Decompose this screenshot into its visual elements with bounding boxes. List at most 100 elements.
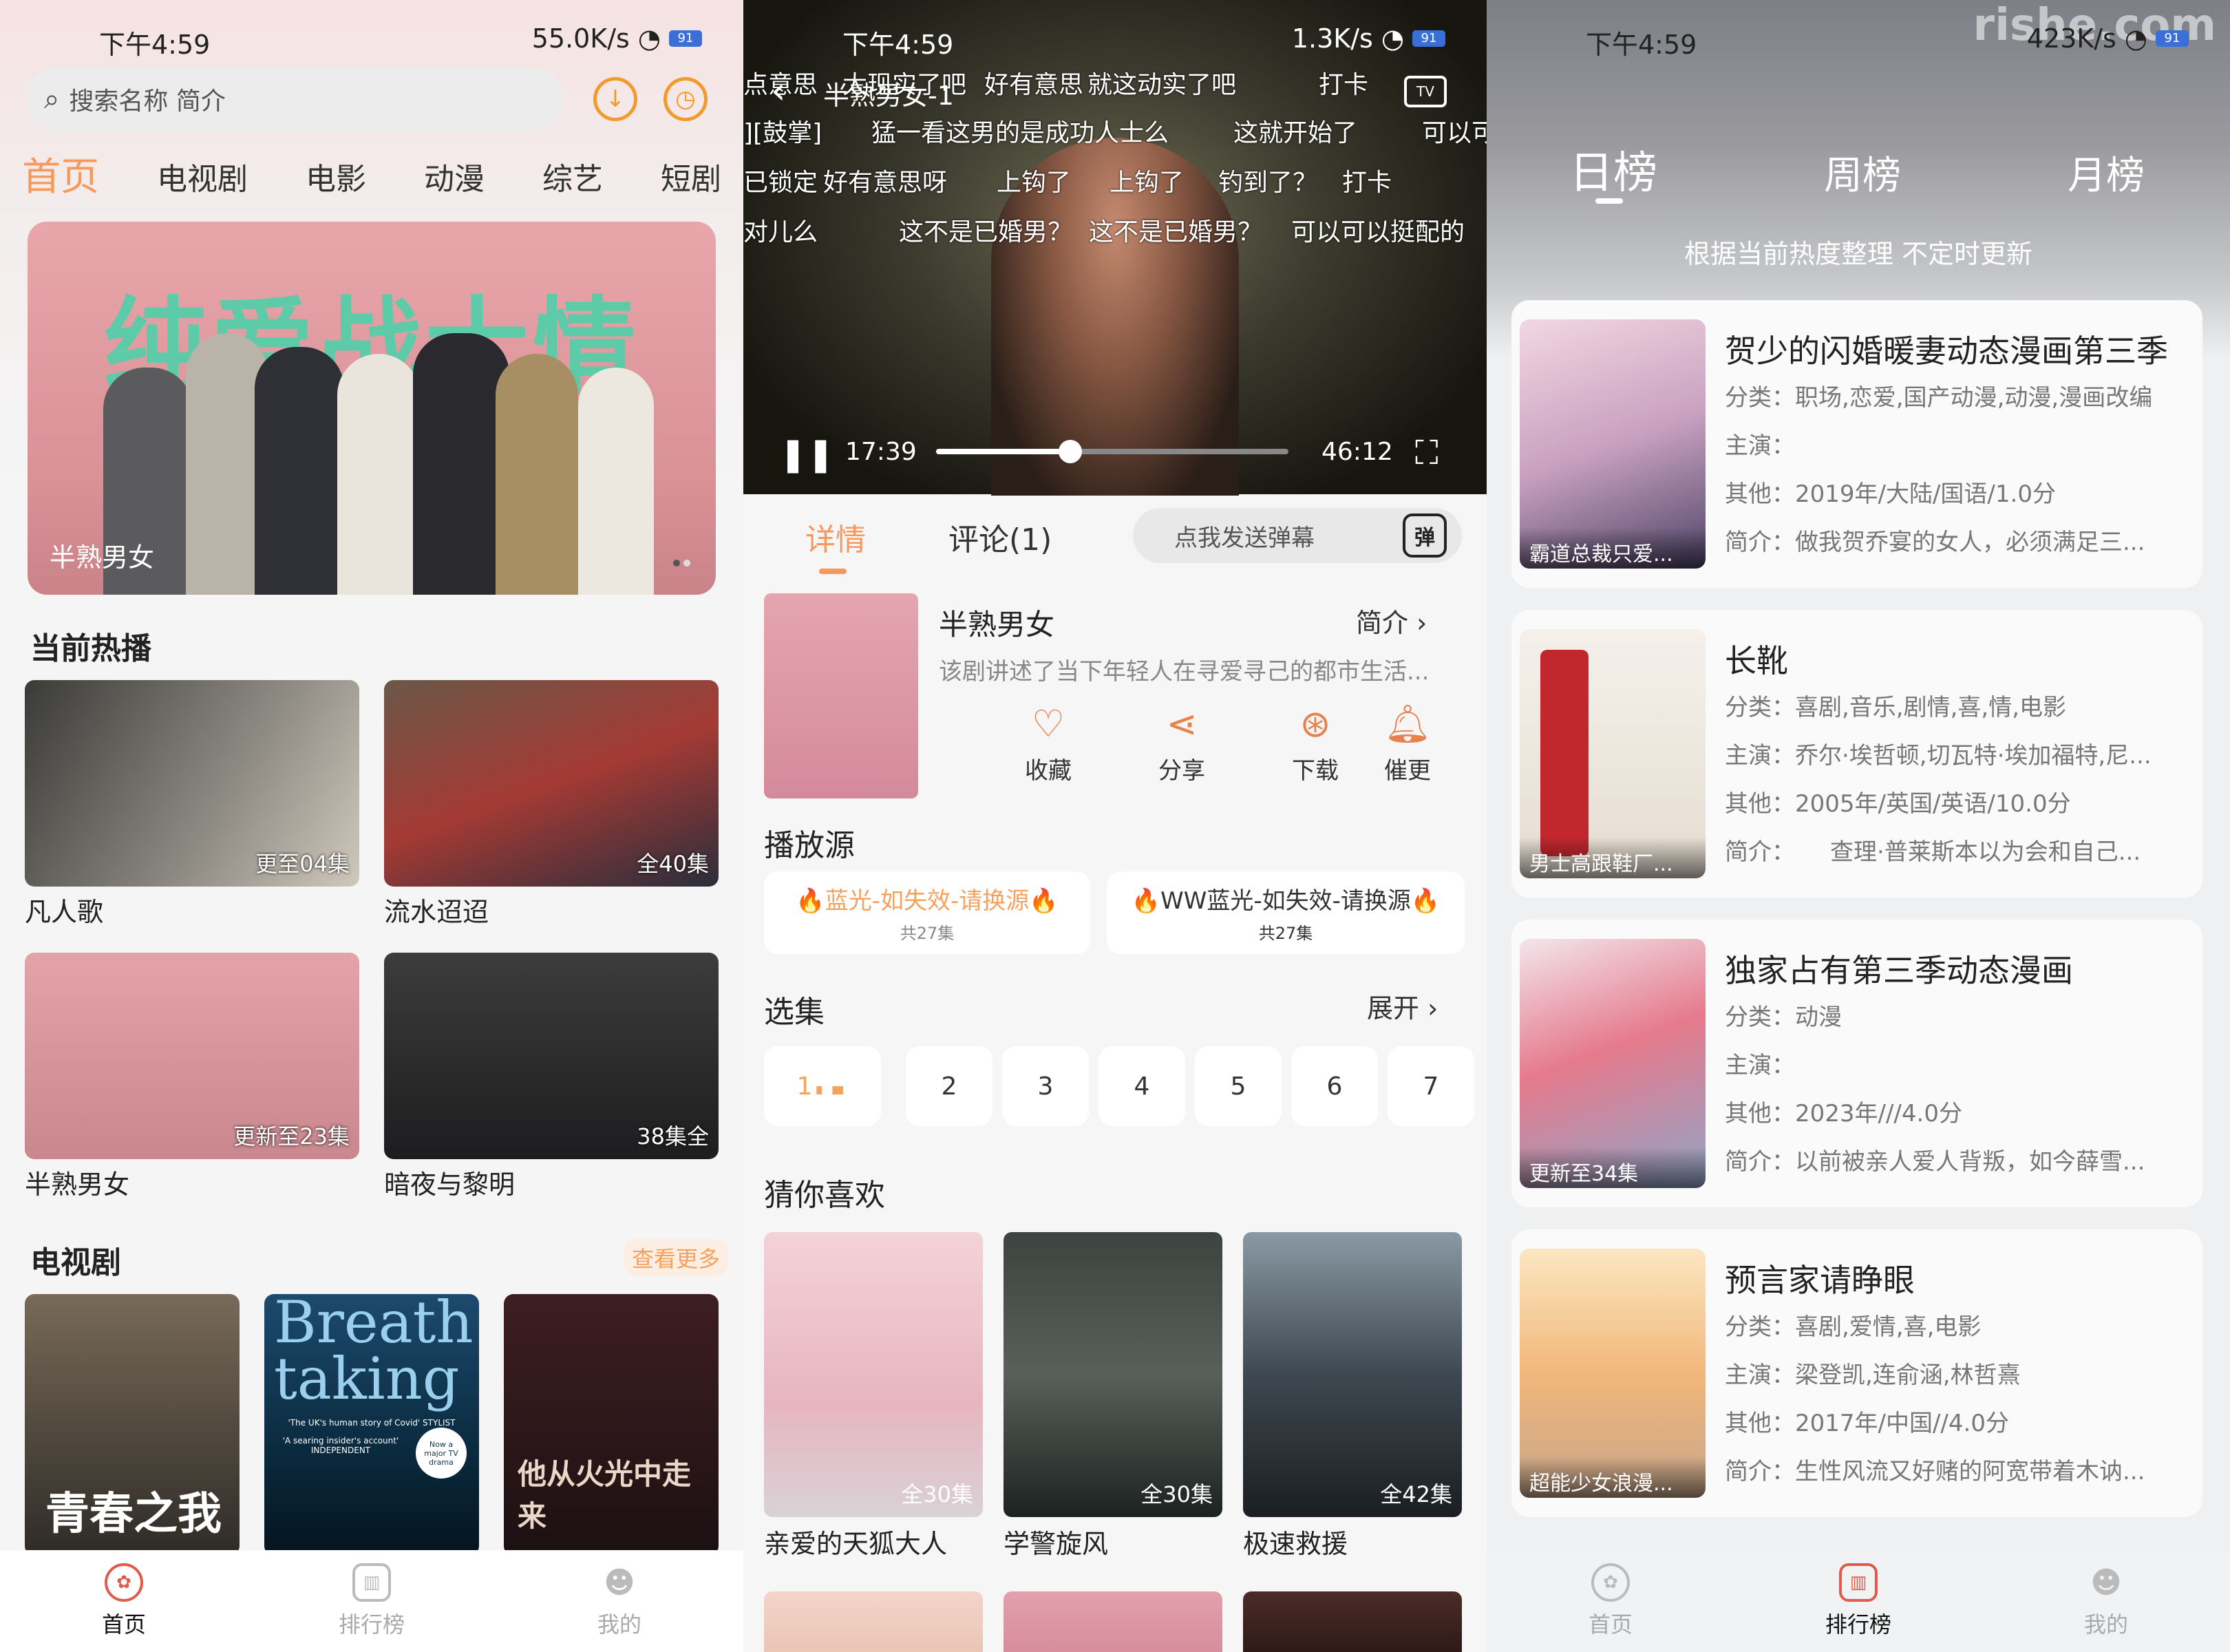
source-name: 🔥蓝光-如失效-请换源🔥 xyxy=(796,887,1059,915)
expand-link[interactable]: 展开 › xyxy=(1367,987,1438,1025)
chevron-right-icon: › xyxy=(1416,608,1427,638)
download-button[interactable]: ⊛ 下载 xyxy=(1264,702,1367,785)
wifi-icon: ◔ xyxy=(1381,23,1404,54)
ranking-item[interactable]: 男士高跟鞋厂... 长靴 分类：喜剧,音乐,剧情,喜,情,电影 主演：乔尔·埃哲… xyxy=(1511,610,2202,898)
tab-home[interactable]: 首页 xyxy=(22,146,99,202)
tab-tv[interactable]: 电视剧 xyxy=(157,154,248,202)
banner-figure xyxy=(496,354,578,595)
danmaku-text: 这就开始了 xyxy=(1233,119,1358,147)
ranking-item[interactable]: 超能少女浪漫... 预言家请睁眼 分类：喜剧,爱情,喜,电影 主演：梁登凯,连俞… xyxy=(1511,1229,2202,1517)
recommend-title[interactable]: 极速救援 xyxy=(1243,1523,1348,1560)
user-icon: ☻ xyxy=(604,1565,635,1600)
video-card[interactable]: 更新至23集 xyxy=(25,953,359,1159)
nav-label: 首页 xyxy=(101,1611,146,1638)
history-icon[interactable]: ◷ xyxy=(663,77,708,121)
tab-monthly[interactable]: 月榜 xyxy=(2068,145,2145,200)
tab-short[interactable]: 短剧 xyxy=(661,154,721,202)
nav-mine[interactable]: ☻ 我的 xyxy=(537,1563,702,1639)
nav-rank[interactable]: ▥ 排行榜 xyxy=(1776,1563,1941,1639)
category-tabs: 首页 电视剧 电影 动漫 综艺 短剧 xyxy=(22,146,721,202)
bottom-nav: ✿ 首页 ▥ 排行榜 ☻ 我的 xyxy=(0,1550,743,1652)
recommend-card[interactable] xyxy=(1243,1591,1462,1652)
episode-button[interactable]: 4 xyxy=(1098,1046,1185,1126)
banner-figure xyxy=(337,354,420,595)
ranking-item[interactable]: 更新至34集 独家占有第三季动态漫画 分类：动漫 主演： 其他：2023年///… xyxy=(1511,920,2202,1207)
source-option[interactable]: 🔥蓝光-如失效-请换源🔥 共27集 xyxy=(764,871,1090,954)
episode-badge: 全30集 xyxy=(901,1481,973,1507)
video-card[interactable]: 38集全 xyxy=(384,953,719,1159)
episode-button[interactable]: 7 xyxy=(1388,1046,1474,1126)
poster-badge: Now a major TV drama xyxy=(416,1428,467,1479)
tv-poster[interactable]: 青春之我 xyxy=(25,1294,240,1556)
battery-icon: 91 xyxy=(1412,30,1445,47)
chart-icon: ▥ xyxy=(352,1563,391,1602)
intro-label: 简介 xyxy=(1356,608,1409,638)
back-icon[interactable]: ‹ xyxy=(771,69,786,112)
heart-icon: ♡ xyxy=(1031,702,1065,745)
tab-indicator xyxy=(819,569,847,574)
tv-cast-icon[interactable]: TV xyxy=(1404,76,1447,107)
recommend-card[interactable] xyxy=(1003,1591,1222,1652)
home-icon: ✿ xyxy=(1591,1563,1630,1602)
episode-button[interactable]: 2 xyxy=(906,1046,992,1126)
danmaku-text: ][鼓掌] xyxy=(743,119,822,147)
tab-variety[interactable]: 综艺 xyxy=(542,154,603,202)
danmaku-placeholder: 点我发送弹幕 xyxy=(1174,524,1315,552)
recommend-card[interactable]: 全42集 xyxy=(1243,1232,1462,1517)
tab-movie[interactable]: 电影 xyxy=(306,154,366,202)
episode-button[interactable]: 6 xyxy=(1291,1046,1378,1126)
video-title[interactable]: 半熟男女 xyxy=(25,1163,129,1201)
source-option[interactable]: 🔥WW蓝光-如失效-请换源🔥 共27集 xyxy=(1107,871,1465,954)
episode-badge: 全42集 xyxy=(1380,1481,1452,1507)
seek-bar[interactable] xyxy=(936,440,1288,463)
episode-button[interactable]: 5 xyxy=(1195,1046,1282,1126)
recommend-title[interactable]: 亲爱的天狐大人 xyxy=(764,1523,947,1560)
nav-home[interactable]: ✿ 首页 xyxy=(1528,1563,1693,1639)
ranking-other: 其他：2019年/大陆/国语/1.0分 xyxy=(1725,480,2056,508)
show-description: 该剧讲述了当下年轻人在寻爱寻己的都市生活... xyxy=(939,658,1430,686)
home-icon: ✿ xyxy=(105,1563,143,1602)
tv-poster[interactable]: Breath taking 'The UK's human story of C… xyxy=(264,1294,479,1556)
danmaku-toggle-icon[interactable]: 弹 xyxy=(1403,513,1447,558)
tab-details[interactable]: 详情 xyxy=(805,515,866,559)
seek-handle[interactable] xyxy=(1058,440,1082,463)
recommend-card[interactable] xyxy=(764,1591,983,1652)
ranking-other: 其他：2023年///4.0分 xyxy=(1725,1100,1962,1127)
tab-anime[interactable]: 动漫 xyxy=(424,154,485,202)
tv-poster[interactable]: 他从火光中走来 xyxy=(504,1294,719,1556)
view-more-link[interactable]: 查看更多 xyxy=(624,1239,729,1276)
tab-weekly[interactable]: 周榜 xyxy=(1824,145,1901,200)
recommend-title[interactable]: 学警旋风 xyxy=(1003,1523,1108,1560)
tab-daily[interactable]: 日榜 xyxy=(1569,138,1657,201)
poster-title: 他从火光中走来 xyxy=(518,1457,692,1533)
recommend-card[interactable]: 全30集 xyxy=(764,1232,983,1517)
share-button[interactable]: ⋖ 分享 xyxy=(1130,702,1233,785)
nav-home[interactable]: ✿ 首页 xyxy=(41,1563,206,1639)
intro-link[interactable]: 简介 › xyxy=(1356,602,1427,639)
download-icon[interactable]: ↓ xyxy=(593,77,637,121)
search-input[interactable]: ⌕ 搜索名称 简介 xyxy=(25,67,563,131)
nav-rank[interactable]: ▥ 排行榜 xyxy=(289,1563,454,1639)
video-title[interactable]: 流水迢迢 xyxy=(384,891,489,929)
poster-title: 青春之我 xyxy=(45,1489,222,1540)
recommend-card[interactable]: 全30集 xyxy=(1003,1232,1222,1517)
tab-comments[interactable]: 评论(1) xyxy=(948,515,1052,559)
nav-label: 首页 xyxy=(1588,1611,1633,1638)
urge-update-button[interactable]: 🔔︎ 催更 xyxy=(1356,702,1459,785)
video-card[interactable]: 更至04集 xyxy=(25,680,359,887)
status-bar: 下午4:59 55.0K/s ◔ 91 xyxy=(0,23,743,60)
video-title[interactable]: 凡人歌 xyxy=(25,891,103,929)
ranking-item[interactable]: 霸道总裁只爱... 贺少的闪婚暖妻动态漫画第三季 分类：职场,恋爱,国产动漫,动… xyxy=(1511,300,2202,588)
status-time: 下午4:59 xyxy=(842,30,954,60)
fullscreen-icon[interactable]: ⛶ xyxy=(1415,434,1438,473)
pause-icon[interactable]: ❚❚ xyxy=(779,435,834,474)
banner-carousel[interactable]: 纯爱战士情看 半熟男女 xyxy=(28,222,716,595)
ranking-category: 分类：喜剧,音乐,剧情,喜,情,电影 xyxy=(1725,694,2067,721)
nav-mine[interactable]: ☻ 我的 xyxy=(2024,1563,2189,1639)
episode-button[interactable]: 1 ▖▗▖ xyxy=(764,1046,881,1126)
video-card[interactable]: 全40集 xyxy=(384,680,719,887)
danmaku-text: 可以可 xyxy=(1422,119,1487,147)
episode-button[interactable]: 3 xyxy=(1002,1046,1089,1126)
favorite-button[interactable]: ♡ 收藏 xyxy=(997,702,1100,785)
video-title[interactable]: 暗夜与黎明 xyxy=(384,1163,515,1201)
